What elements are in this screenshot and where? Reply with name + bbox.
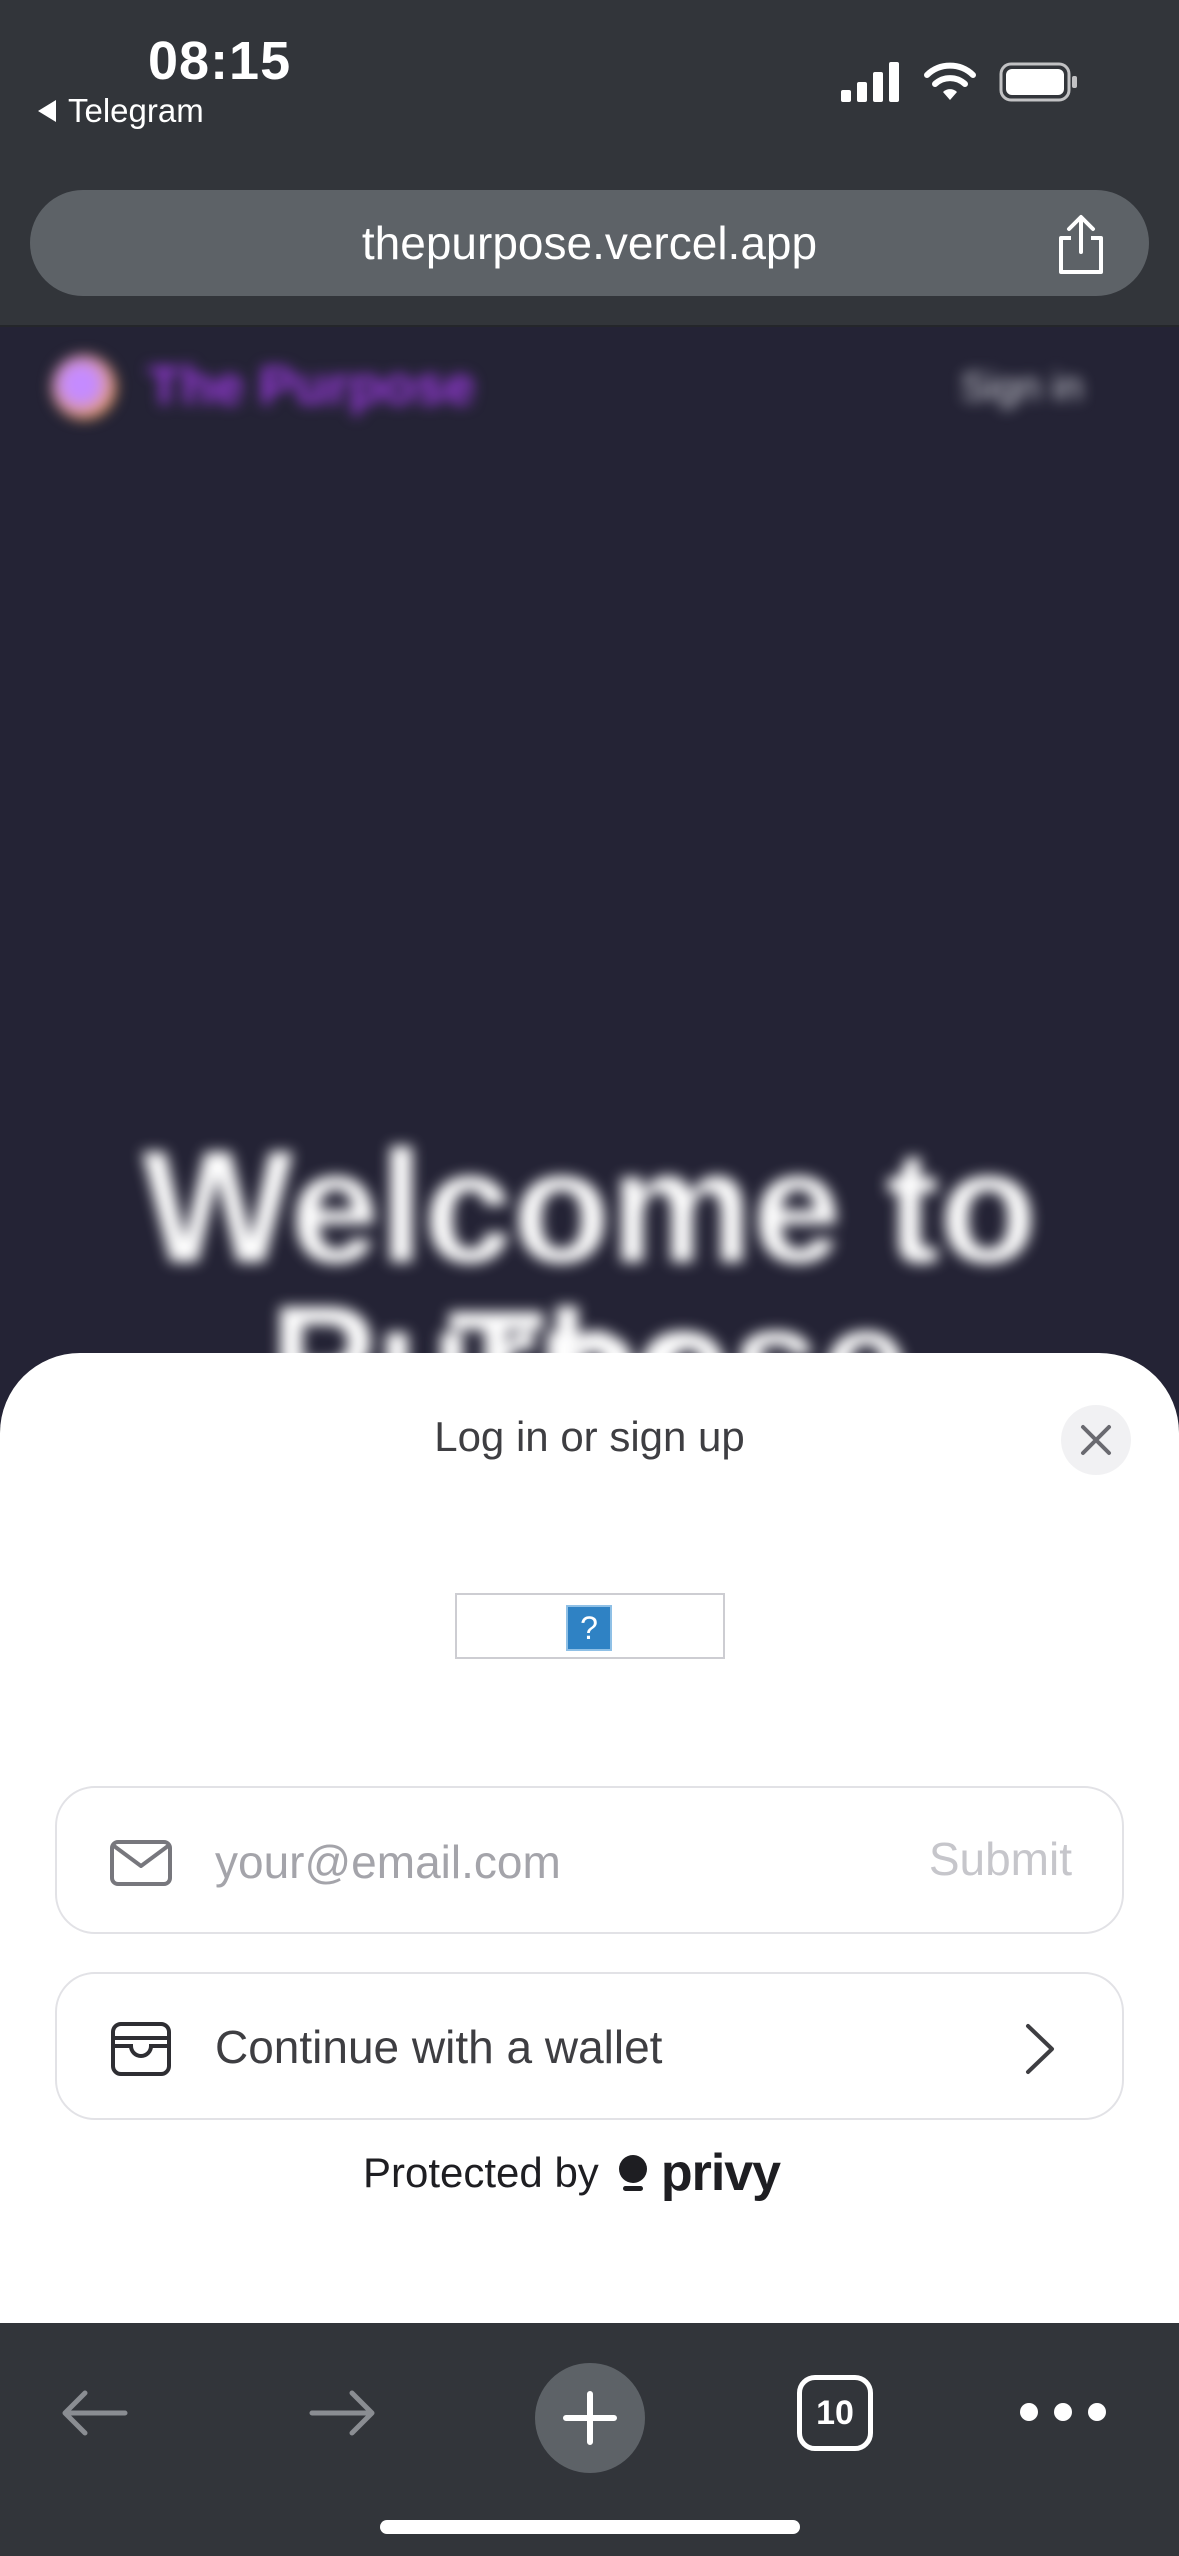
captcha-widget[interactable]: ? <box>455 1593 725 1659</box>
more-dot-icon <box>1054 2403 1072 2421</box>
new-tab-button[interactable] <box>535 2363 645 2473</box>
more-menu-button[interactable] <box>1020 2403 1106 2421</box>
mail-icon <box>110 1840 172 1886</box>
back-to-app-link[interactable]: Telegram <box>38 92 204 130</box>
missing-image-icon: ? <box>566 1605 612 1651</box>
status-bar: 08:15 Telegram <box>0 0 1179 190</box>
continue-with-wallet-button[interactable]: Continue with a wallet <box>55 1972 1124 2120</box>
browser-bottom-toolbar: 10 <box>0 2323 1179 2556</box>
url-text[interactable]: thepurpose.vercel.app <box>30 216 1149 270</box>
login-sheet: Log in or sign up ? Submit Continue with… <box>0 1353 1179 2323</box>
wifi-icon <box>924 62 976 100</box>
submit-button[interactable]: Submit <box>929 1832 1072 1886</box>
page-background: The Purpose Sign in Welcome to The Purpo… <box>0 327 1179 1427</box>
status-time: 08:15 <box>148 31 292 91</box>
more-dot-icon <box>1020 2403 1038 2421</box>
protected-by-label: Protected by <box>363 2149 599 2196</box>
brand-name: The Purpose <box>148 356 476 416</box>
forward-arrow-icon[interactable] <box>302 2373 382 2453</box>
wallet-icon <box>111 2022 171 2076</box>
chevron-right-icon <box>1026 2024 1054 2074</box>
status-icons <box>841 62 1079 102</box>
wallet-label: Continue with a wallet <box>215 2021 663 2073</box>
close-icon <box>1081 1425 1111 1455</box>
email-field[interactable]: Submit <box>55 1786 1124 1934</box>
privy-wordmark: privy <box>660 2144 781 2202</box>
share-icon[interactable] <box>1053 214 1109 276</box>
battery-icon <box>999 62 1077 102</box>
url-bar[interactable]: thepurpose.vercel.app <box>30 190 1149 296</box>
brand-logo <box>52 355 116 419</box>
privy-icon <box>618 2155 647 2191</box>
back-app-label: Telegram <box>68 92 204 129</box>
protected-by-footer: Protected by privy <box>363 2143 781 2203</box>
signin-link: Sign in <box>960 365 1083 409</box>
email-input[interactable] <box>215 1826 855 1898</box>
privy-logo: privy <box>617 2143 781 2203</box>
tab-switcher-button[interactable]: 10 <box>797 2375 873 2451</box>
sheet-title: Log in or sign up <box>434 1413 745 1460</box>
plus-icon <box>563 2391 617 2445</box>
home-indicator[interactable] <box>380 2520 800 2534</box>
more-dot-icon <box>1088 2403 1106 2421</box>
close-button[interactable] <box>1061 1405 1131 1475</box>
signal-icon <box>841 62 899 102</box>
back-triangle-icon <box>38 100 56 122</box>
back-arrow-icon[interactable] <box>55 2373 135 2453</box>
